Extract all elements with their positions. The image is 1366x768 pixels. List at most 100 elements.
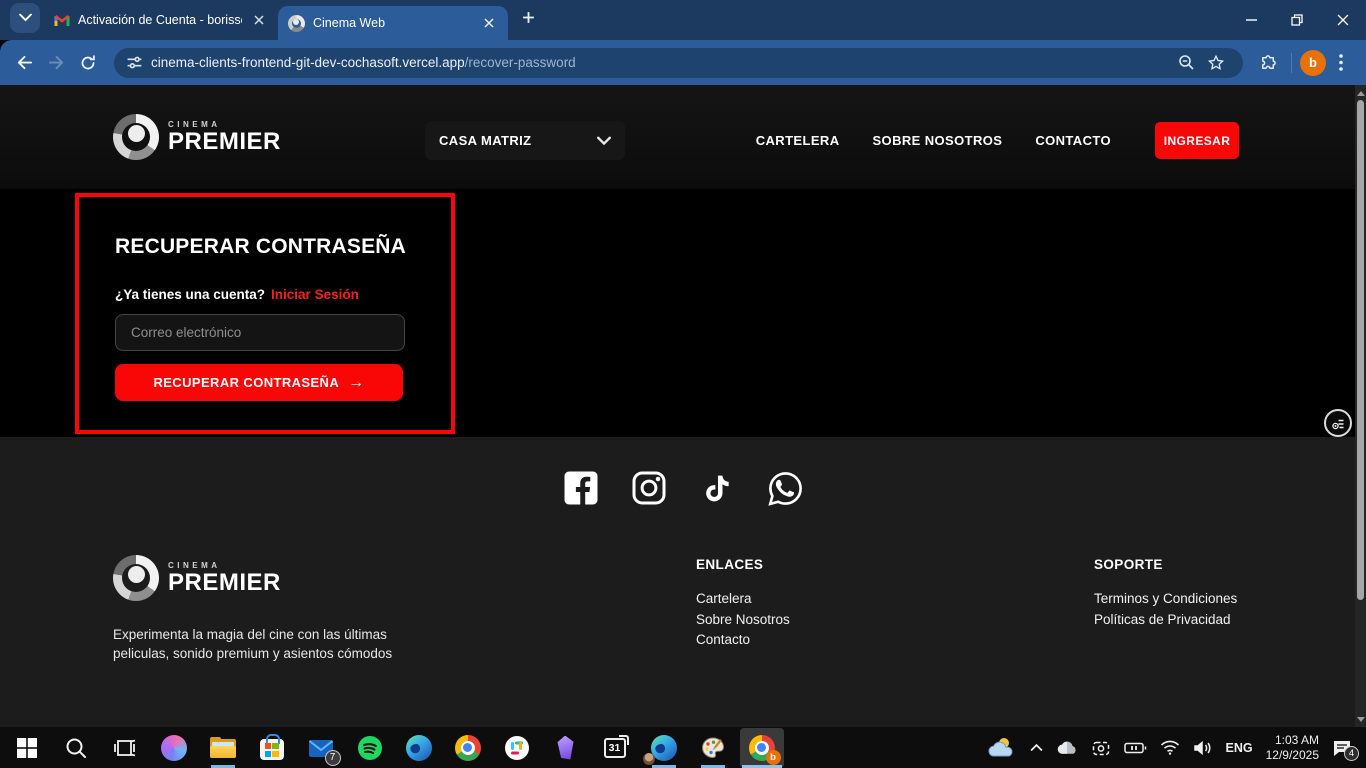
column-title: SOPORTE — [1094, 557, 1237, 572]
zoom-indicator-button[interactable] — [1171, 48, 1201, 78]
kebab-menu-icon — [1339, 54, 1343, 71]
copilot-button[interactable] — [152, 728, 196, 768]
address-bar[interactable]: cinema-clients-frontend-git-dev-cochasof… — [114, 48, 1243, 78]
paint-button[interactable] — [691, 728, 735, 768]
cinema-logo-icon — [113, 555, 159, 601]
footer-link-cartelera[interactable]: Cartelera — [696, 591, 790, 606]
volume-icon[interactable] — [1193, 740, 1213, 756]
puzzle-icon — [1259, 54, 1277, 72]
footer-link-sobre-nosotros[interactable]: Sobre Nosotros — [696, 612, 790, 627]
site-footer: CINEMA PREMIER Experimenta la magia del … — [0, 437, 1366, 727]
calendar-button[interactable]: 31 — [593, 728, 637, 768]
cinema-favicon — [288, 15, 305, 32]
whatsapp-icon[interactable] — [765, 468, 805, 508]
site-logo[interactable]: CINEMA PREMIER — [113, 114, 281, 160]
taskbar-clock[interactable]: 1:03 AM 12/9/2025 — [1266, 733, 1319, 762]
scroll-up-arrow[interactable] — [1355, 87, 1366, 99]
nav-contacto[interactable]: CONTACTO — [1035, 133, 1111, 148]
nav-sobre-nosotros[interactable]: SOBRE NOSOTROS — [872, 133, 1002, 148]
location-dropdown-value: CASA MATRIZ — [439, 133, 532, 148]
nav-cartelera[interactable]: CARTELERA — [756, 133, 840, 148]
edge-icon — [406, 735, 432, 761]
onedrive-icon[interactable] — [1056, 740, 1078, 755]
microsoft-store-icon — [260, 739, 284, 760]
tray-expand-chevron[interactable] — [1030, 744, 1043, 752]
minimize-button[interactable] — [1228, 0, 1274, 40]
new-tab-button[interactable] — [514, 4, 542, 32]
tab-search-button[interactable] — [10, 3, 40, 33]
recover-password-card: RECUPERAR CONTRASEÑA ¿Ya tienes una cuen… — [75, 193, 455, 434]
page-scrollbar[interactable] — [1355, 85, 1366, 727]
site-header: CINEMA PREMIER CASA MATRIZ CARTELERA SOB… — [0, 85, 1366, 189]
extensions-button[interactable] — [1253, 48, 1283, 78]
recover-password-button[interactable]: RECUPERAR CONTRASEÑA → — [115, 364, 403, 401]
reload-icon — [80, 55, 96, 71]
login-prompt: ¿Ya tienes una cuenta?Iniciar Sesión — [115, 287, 359, 302]
footer-link-politicas[interactable]: Políticas de Privacidad — [1094, 612, 1237, 627]
chrome-button[interactable] — [446, 728, 490, 768]
obsidian-button[interactable] — [544, 728, 588, 768]
chrome-active-button[interactable]: b — [740, 728, 784, 768]
toolbar-divider — [1291, 53, 1292, 73]
plus-icon — [522, 11, 535, 24]
task-view-button[interactable] — [103, 728, 147, 768]
footer-link-contacto[interactable]: Contacto — [696, 632, 790, 647]
email-input[interactable] — [115, 314, 405, 351]
ingresar-button[interactable]: INGRESAR — [1155, 122, 1239, 159]
slack-button[interactable] — [495, 728, 539, 768]
device-cast-icon[interactable] — [1091, 739, 1111, 757]
bookmark-button[interactable] — [1201, 48, 1231, 78]
reload-button[interactable] — [72, 47, 104, 79]
file-explorer-button[interactable] — [201, 728, 245, 768]
spotify-button[interactable] — [348, 728, 392, 768]
start-button[interactable] — [5, 728, 49, 768]
url-domain: cinema-clients-frontend-git-dev-cochasof… — [151, 55, 465, 70]
mail-badge: 7 — [325, 750, 341, 766]
location-dropdown[interactable]: CASA MATRIZ — [425, 121, 625, 160]
back-button[interactable] — [8, 47, 40, 79]
browser-menu-button[interactable] — [1326, 48, 1356, 78]
iniciar-sesion-link[interactable]: Iniciar Sesión — [271, 287, 359, 302]
scrollbar-thumb[interactable] — [1357, 100, 1364, 600]
taskbar-search-button[interactable] — [54, 728, 98, 768]
chevron-down-icon — [597, 136, 611, 145]
system-tray: ENG 1:03 AM 12/9/2025 4 — [985, 727, 1360, 768]
tiktok-icon[interactable] — [697, 468, 737, 508]
arrow-right-icon: → — [348, 374, 364, 392]
cinema-logo-icon — [113, 114, 159, 160]
back-arrow-icon — [16, 55, 33, 70]
site-nav: CARTELERA SOBRE NOSOTROS CONTACTO — [756, 133, 1111, 148]
edge-button[interactable] — [397, 728, 441, 768]
facebook-icon[interactable] — [561, 468, 601, 508]
weather-icon[interactable] — [985, 735, 1017, 761]
profile-avatar[interactable]: b — [1300, 50, 1326, 76]
tab-close-icon[interactable] — [480, 14, 498, 32]
forward-button[interactable] — [40, 47, 72, 79]
notification-center-button[interactable]: 4 — [1332, 739, 1352, 757]
notification-badge: 4 — [1344, 746, 1359, 761]
tab-close-icon[interactable] — [250, 11, 268, 29]
microsoft-store-button[interactable] — [250, 728, 294, 768]
language-indicator[interactable]: ENG — [1226, 741, 1253, 755]
mail-button[interactable]: 7 — [299, 728, 343, 768]
form-title: RECUPERAR CONTRASEÑA — [115, 235, 406, 259]
star-icon — [1207, 54, 1225, 72]
browser-titlebar: Activación de Cuenta - borisscr Cinema W… — [0, 0, 1366, 40]
wifi-icon[interactable] — [1160, 740, 1180, 755]
footer-link-terminos[interactable]: Terminos y Condiciones — [1094, 591, 1237, 606]
windows-taskbar: 7 31 b — [0, 727, 1366, 768]
task-view-icon — [114, 738, 136, 758]
instagram-icon[interactable] — [629, 468, 669, 508]
edge-profile-button[interactable] — [642, 728, 686, 768]
form-filler-widget-button[interactable] — [1324, 409, 1352, 437]
recover-button-label: RECUPERAR CONTRASEÑA — [153, 375, 339, 390]
tab-cinema-web[interactable]: Cinema Web — [278, 6, 508, 40]
profile-avatar-mini — [643, 753, 655, 765]
url-text: cinema-clients-frontend-git-dev-cochasof… — [151, 55, 576, 70]
restore-button[interactable] — [1274, 0, 1320, 40]
tab-gmail[interactable]: Activación de Cuenta - borisscr — [44, 0, 278, 40]
column-title: ENLACES — [696, 557, 790, 572]
battery-icon[interactable] — [1124, 741, 1147, 755]
close-window-button[interactable] — [1320, 0, 1366, 40]
scroll-down-arrow[interactable] — [1355, 713, 1366, 725]
